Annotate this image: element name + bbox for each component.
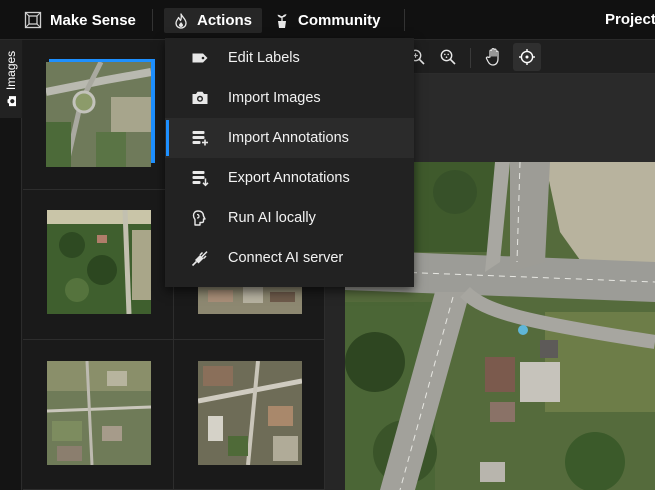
aerial-thumbnail: [46, 62, 151, 167]
menu-item-label: Run AI locally: [228, 210, 316, 226]
camera-icon: [192, 91, 208, 104]
selected-image-indicator: [49, 59, 154, 62]
menu-item-import-annotations[interactable]: Import Annotations: [165, 118, 414, 158]
camera-icon: [7, 96, 16, 107]
crosshair-button[interactable]: [513, 43, 541, 71]
toolbar-divider: [470, 48, 471, 68]
zoom-fit-icon: [440, 49, 456, 65]
menu-item-export-annotations[interactable]: Export Annotations: [165, 158, 414, 198]
export-annotations-icon: [192, 171, 209, 187]
menu-item-run-ai-locally[interactable]: Run AI locally: [165, 198, 414, 238]
import-annotations-icon: [192, 131, 208, 146]
left-side-panel-strip: Images: [0, 40, 22, 490]
aerial-thumbnail: [198, 361, 302, 465]
menu-item-edit-labels[interactable]: Edit Labels: [165, 38, 414, 78]
actions-dropdown-menu: Edit Labels Import Images Import Annotat…: [165, 38, 414, 287]
zoom-fit-button[interactable]: [434, 43, 462, 71]
menu-item-label: Connect AI server: [228, 250, 344, 266]
brand[interactable]: Make Sense: [24, 0, 136, 40]
project-name[interactable]: Project: [605, 0, 655, 40]
selected-image-indicator: [151, 59, 155, 163]
actions-label: Actions: [197, 12, 253, 29]
brain-icon: [192, 210, 206, 226]
menu-item-label: Export Annotations: [228, 170, 350, 186]
image-list-item[interactable]: [23, 190, 174, 340]
community-menu-button[interactable]: Community: [265, 8, 391, 33]
tag-icon: [192, 53, 208, 63]
plant-icon: [277, 13, 287, 28]
community-label: Community: [298, 12, 381, 29]
menu-item-connect-ai-server[interactable]: Connect AI server: [165, 238, 414, 278]
menu-item-label: Import Annotations: [228, 130, 349, 146]
menu-item-import-images[interactable]: Import Images: [165, 78, 414, 118]
actions-menu-button[interactable]: Actions: [164, 8, 263, 33]
aerial-thumbnail: [47, 361, 151, 465]
pan-hand-button[interactable]: [480, 43, 508, 71]
pan-hand-icon: [485, 48, 499, 66]
topbar-divider: [152, 9, 153, 31]
image-list-item[interactable]: [174, 340, 325, 490]
make-sense-logo-icon: [24, 11, 42, 29]
menu-item-label: Edit Labels: [228, 50, 300, 66]
top-navigation-bar: Make Sense Actions Community Project: [0, 0, 655, 40]
images-side-tab[interactable]: Images: [0, 40, 22, 118]
flame-icon: [175, 12, 187, 29]
brand-title: Make Sense: [50, 11, 136, 29]
menu-item-label: Import Images: [228, 90, 321, 106]
aerial-thumbnail: [47, 210, 151, 314]
image-list-item[interactable]: [23, 340, 174, 490]
plug-icon: [191, 251, 208, 267]
images-tab-label: Images: [4, 50, 18, 91]
crosshair-icon: [519, 49, 535, 65]
topbar-divider: [404, 9, 405, 31]
